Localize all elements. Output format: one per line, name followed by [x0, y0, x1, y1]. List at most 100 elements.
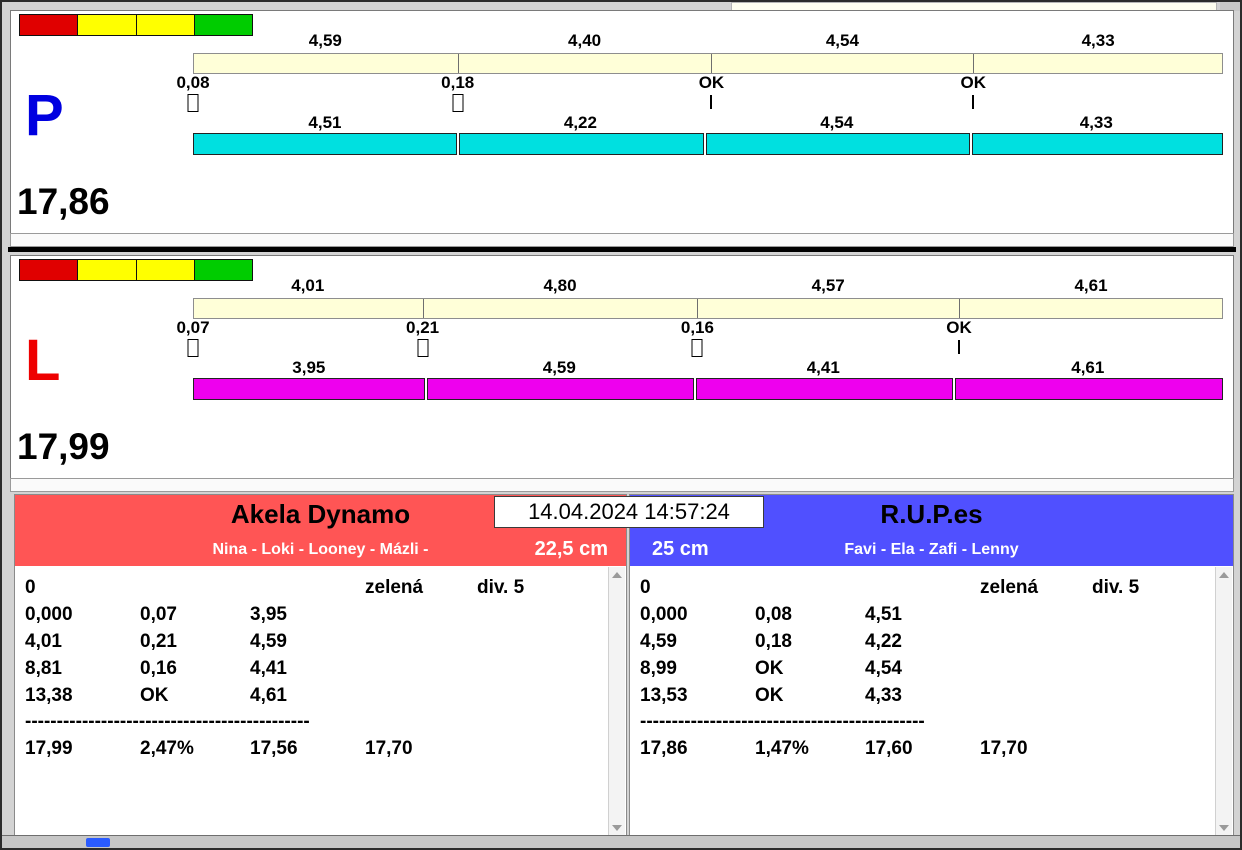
log-cell: 3,95 [250, 603, 287, 625]
log-cell: 17,70 [980, 737, 1028, 759]
team-log-panel: 0 zelená div. 5 0,000 0,08 4,51 4,59 0,18 4,22 8,… [630, 566, 1233, 837]
change-markers [187, 94, 1223, 112]
log-cell: 0,000 [25, 603, 73, 625]
lane-bars: 4,59 4,40 4,54 4,33 0,08 0,18 OK OK 4,51 4,22 4,… [176, 31, 1223, 171]
log-cell: div. 5 [477, 576, 525, 598]
team-log-rows: 0 zelená div. 5 0,000 0,08 4,51 4,59 0,18 4,22 8,… [630, 566, 1233, 762]
bar-divider [958, 299, 960, 318]
change-time-label: 0,08 [176, 73, 210, 92]
log-cell: 0 [640, 576, 651, 598]
log-cell: 4,01 [25, 630, 62, 652]
sensor-box-marker [452, 94, 464, 112]
log-cell: 4,51 [865, 603, 902, 625]
log-cell: 0 [25, 576, 36, 598]
scroll-down-icon[interactable] [1219, 825, 1229, 831]
lane-letter: L [25, 328, 61, 393]
lane-total-time: 17,99 [17, 426, 110, 467]
change-time-labels: 0,07 0,21 0,16 OK [176, 318, 1223, 338]
log-cell: 0,18 [755, 630, 792, 652]
split-time-label: 4,59 [542, 358, 576, 377]
scroll-down-icon[interactable] [612, 825, 622, 831]
bar-divider [423, 299, 425, 318]
log-cell: 8,81 [25, 657, 62, 679]
status-light-segment [20, 260, 79, 280]
reference-time-label: 4,59 [308, 31, 342, 50]
log-cell: 4,22 [865, 630, 902, 652]
log-cell: 1,47% [755, 737, 809, 759]
change-time-label: 0,18 [441, 73, 475, 92]
split-bar-segment [193, 133, 457, 155]
log-cell: 0,07 [140, 603, 177, 625]
split-time-bar [193, 378, 1223, 400]
split-time-label: 4,22 [563, 113, 597, 132]
ok-line-marker [972, 95, 975, 109]
log-cell: 4,41 [250, 657, 287, 679]
lane-panel-p: P 17,86 4,59 4,40 4,54 4,33 0,08 0,18 OK OK 4,… [10, 10, 1234, 234]
split-time-label: 4,33 [1079, 113, 1113, 132]
change-time-labels: 0,08 0,18 OK OK [176, 73, 1223, 93]
log-cell: 4,59 [250, 630, 287, 652]
log-cell: OK [140, 684, 169, 706]
status-light-segment [20, 15, 79, 35]
change-time-label: 0,07 [176, 318, 210, 337]
sensor-box-marker [691, 339, 703, 357]
reference-time-labels: 4,59 4,40 4,54 4,33 [193, 31, 1223, 51]
team-subheader: Favi - Ela - Zafi - Lenny 25 cm [630, 533, 1233, 566]
scrollbar[interactable] [608, 567, 625, 836]
status-strip-p [10, 233, 1234, 247]
change-time-label: 0,21 [406, 318, 440, 337]
reference-bar [193, 53, 1223, 74]
change-time-label: OK [946, 318, 972, 337]
reference-time-label: 4,80 [543, 276, 577, 295]
log-row: 0 zelená div. 5 [25, 574, 626, 601]
log-row: 13,53 OK 4,33 [640, 682, 1233, 709]
lane-bars: 4,01 4,80 4,57 4,61 0,07 0,21 0,16 OK 3,95 4,59… [176, 276, 1223, 416]
scroll-up-icon[interactable] [612, 572, 622, 578]
change-markers [187, 339, 1223, 357]
bar-divider [972, 54, 974, 73]
reference-bar [193, 298, 1223, 319]
log-cell: 17,70 [365, 737, 413, 759]
log-cell: 4,61 [250, 684, 287, 706]
change-time-label: OK [960, 73, 987, 92]
status-light-segment [78, 15, 137, 35]
scrollbar[interactable] [1215, 567, 1232, 836]
log-cell: 17,56 [250, 737, 298, 759]
split-bar-segment [695, 378, 953, 400]
log-cell: 17,86 [640, 737, 688, 759]
log-row: 8,81 0,16 4,41 [25, 655, 626, 682]
log-row: 8,99 OK 4,54 [640, 655, 1233, 682]
split-bar-segment [458, 133, 704, 155]
taskbar-item[interactable] [86, 838, 110, 847]
log-cell: zelená [980, 576, 1039, 598]
status-light-segment [78, 260, 137, 280]
log-cell: 8,99 [640, 657, 677, 679]
sensor-box-marker [417, 339, 429, 357]
log-cell: zelená [365, 576, 424, 598]
log-cell: OK [755, 657, 784, 679]
split-bar-segment [954, 378, 1223, 400]
log-cell: 13,38 [25, 684, 73, 706]
bar-divider [458, 54, 460, 73]
log-row: 17,99 2,47% 17,56 17,70 [25, 735, 626, 762]
log-cell: 2,47% [140, 737, 194, 759]
change-time-label: 0,16 [680, 318, 714, 337]
reference-time-label: 4,40 [568, 31, 602, 50]
log-cell: 4,54 [865, 657, 902, 679]
reference-time-labels: 4,01 4,80 4,57 4,61 [193, 276, 1223, 296]
log-cell: OK [755, 684, 784, 706]
reference-time-label: 4,54 [825, 31, 859, 50]
app-window: P 17,86 4,59 4,40 4,54 4,33 0,08 0,18 OK OK 4,… [0, 0, 1242, 850]
log-cell: 13,53 [640, 684, 688, 706]
team-card-akela-dynamo: Akela Dynamo Nina - Loki - Looney - Mázl… [14, 494, 627, 840]
log-cell: 0,21 [140, 630, 177, 652]
lane-letter: P [25, 83, 64, 148]
log-separator: ----------------------------------------… [25, 711, 310, 732]
split-time-bar [193, 133, 1223, 155]
lane-panel-l: L 17,99 4,01 4,80 4,57 4,61 0,07 0,21 0,16 OK … [10, 255, 1234, 479]
scroll-up-icon[interactable] [1219, 572, 1229, 578]
log-row: 0 zelená div. 5 [640, 574, 1233, 601]
log-row: 0,000 0,08 4,51 [640, 601, 1233, 628]
lane-divider [8, 247, 1236, 252]
reference-time-label: 4,61 [1074, 276, 1108, 295]
